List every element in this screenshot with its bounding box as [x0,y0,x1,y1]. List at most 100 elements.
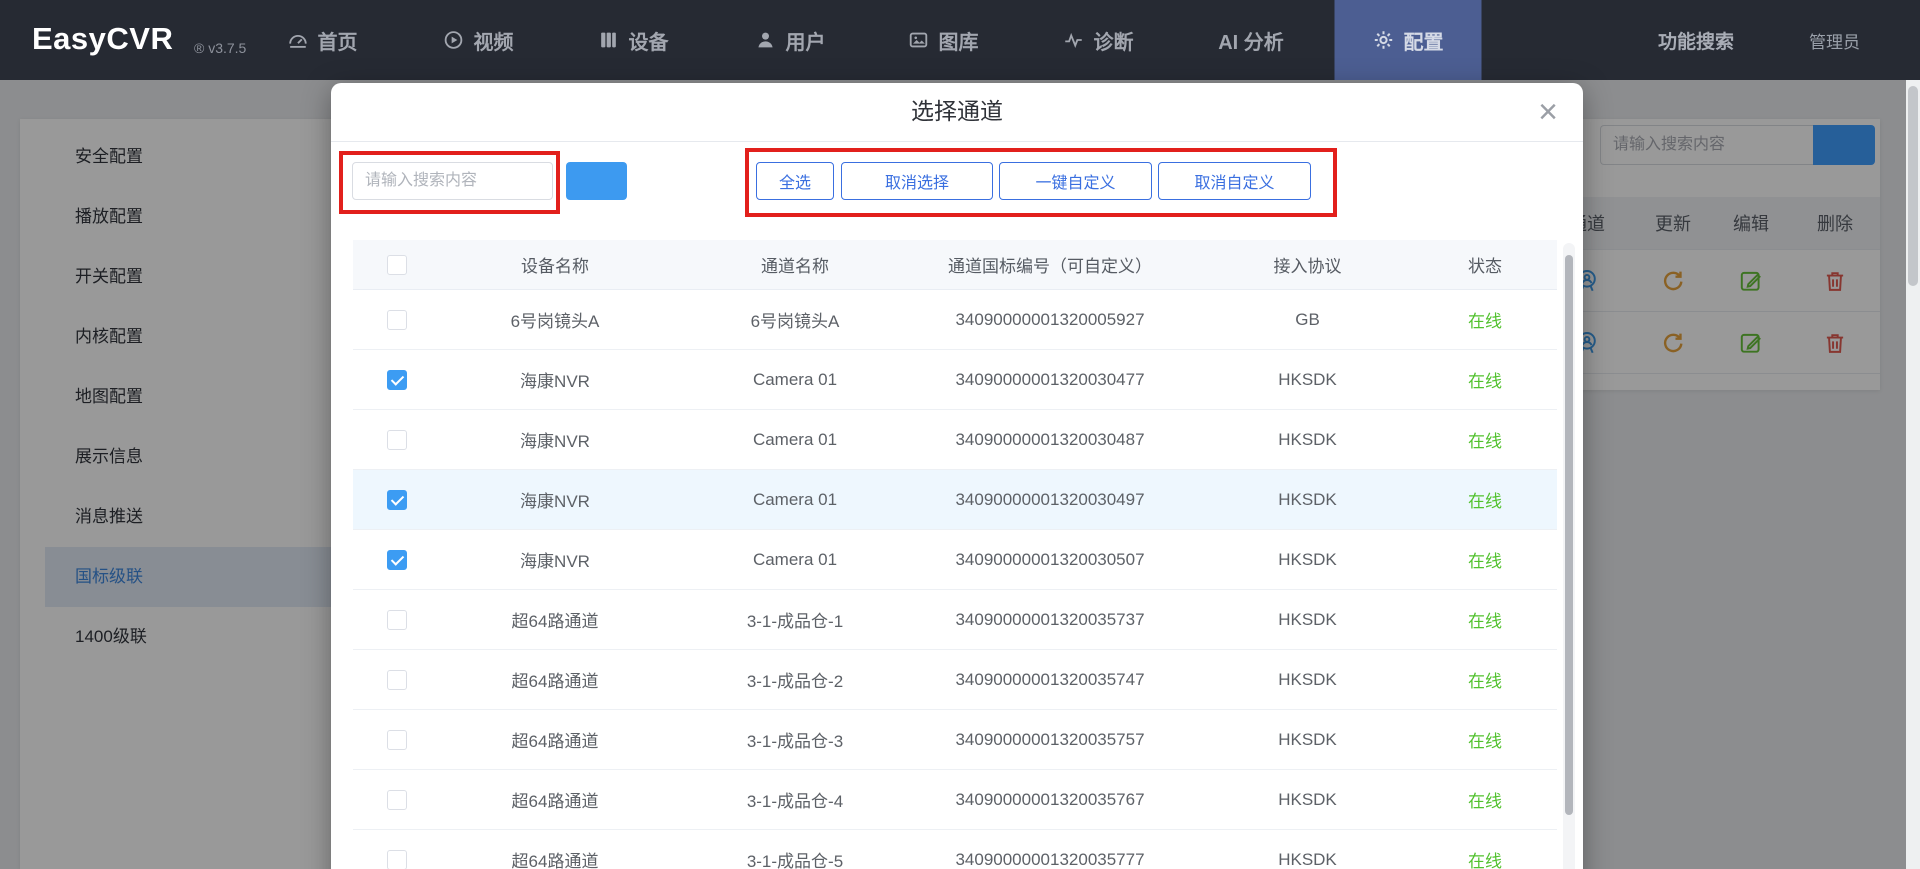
play-icon [443,29,465,51]
status-badge: 在线 [1435,427,1535,452]
col-header-channel-name: 通道名称 [670,252,920,277]
row-checkbox[interactable] [387,670,407,690]
channel-name-cell: 3-1-成品仓-4 [670,787,920,812]
app-version: ® v3.7.5 [194,40,246,56]
device-name-cell: 超64路通道 [440,607,670,632]
device-name-cell: 海康NVR [440,487,670,512]
row-checkbox[interactable] [387,430,407,450]
cancel-custom-button[interactable]: 取消自定义 [1158,162,1311,200]
row-checkbox[interactable] [387,790,407,810]
app-logo: EasyCVR [32,21,173,57]
nav-item-device[interactable]: 设备 [598,0,669,80]
table-row[interactable]: 超64路通道 3-1-成品仓-2 34090000001320035747 HK… [353,650,1557,710]
nav-item-label: 设备 [629,26,669,55]
channel-name-cell: Camera 01 [670,550,920,570]
channel-table-header: 设备名称通道名称通道国标编号（可自定义）接入协议状态 [353,240,1557,290]
header-checkbox-cell [353,255,440,275]
channel-gb-code-cell: 34090000001320030507 [920,550,1180,570]
row-checkbox[interactable] [387,610,407,630]
device-name-cell: 超64路通道 [440,667,670,692]
checkbox-cell [353,550,440,570]
protocol-cell: HKSDK [1180,430,1435,450]
channel-table: 设备名称通道名称通道国标编号（可自定义）接入协议状态 6号岗镜头A 6号岗镜头A… [353,240,1557,869]
channel-gb-code-cell: 34090000001320035737 [920,610,1180,630]
nav-item-home[interactable]: 首页 [287,0,358,80]
row-checkbox[interactable] [387,370,407,390]
one-key-custom-button[interactable]: 一键自定义 [999,162,1152,200]
nav-item-ai-analysis[interactable]: AI 分析 [1218,0,1284,80]
nav-item-diagnosis[interactable]: 诊断 [1063,0,1134,80]
row-checkbox[interactable] [387,850,407,869]
table-row[interactable]: 海康NVR Camera 01 34090000001320030487 HKS… [353,410,1557,470]
protocol-cell: HKSDK [1180,610,1435,630]
table-scrollbar[interactable] [1563,243,1575,869]
table-row[interactable]: 超64路通道 3-1-成品仓-4 34090000001320035767 HK… [353,770,1557,830]
protocol-cell: HKSDK [1180,370,1435,390]
checkbox-cell [353,430,440,450]
table-row[interactable]: 海康NVR Camera 01 34090000001320030497 HKS… [353,470,1557,530]
nav-item-config[interactable]: 配置 [1335,0,1482,80]
device-name-cell: 超64路通道 [440,727,670,752]
channel-gb-code-cell: 34090000001320035767 [920,790,1180,810]
channel-name-cell: Camera 01 [670,430,920,450]
status-badge: 在线 [1435,607,1535,632]
table-row[interactable]: 6号岗镜头A 6号岗镜头A 34090000001320005927 GB 在线 [353,290,1557,350]
table-row[interactable]: 超64路通道 3-1-成品仓-1 34090000001320035737 HK… [353,590,1557,650]
row-checkbox[interactable] [387,730,407,750]
channel-name-cell: 3-1-成品仓-3 [670,727,920,752]
device-name-cell: 海康NVR [440,547,670,572]
select-all-checkbox[interactable] [387,255,407,275]
user-icon [755,29,777,51]
table-row[interactable]: 海康NVR Camera 01 34090000001320030507 HKS… [353,530,1557,590]
nav-item-label: 视频 [474,26,514,55]
gallery-icon [908,29,930,51]
close-icon[interactable]: × [1527,91,1569,133]
status-badge: 在线 [1435,547,1535,572]
page-scrollbar-thumb[interactable] [1908,86,1918,286]
protocol-cell: HKSDK [1180,490,1435,510]
gear-icon [1373,29,1395,51]
table-scrollbar-thumb[interactable] [1565,255,1573,815]
select-all-button[interactable]: 全选 [756,162,834,200]
checkbox-cell [353,730,440,750]
checkbox-cell [353,310,440,330]
row-checkbox[interactable] [387,490,407,510]
page-scrollbar[interactable] [1906,80,1920,869]
function-search-button[interactable]: 功能搜索 [1650,0,1734,80]
dashboard-icon [287,29,309,51]
dialog-title: 选择通道 [331,96,1583,126]
nav-item-user[interactable]: 用户 [755,0,826,80]
device-name-cell: 超64路通道 [440,787,670,812]
device-name-cell: 海康NVR [440,427,670,452]
channel-name-cell: 3-1-成品仓-2 [670,667,920,692]
admin-menu[interactable]: 管理员 [1802,0,1867,80]
channel-name-cell: 3-1-成品仓-1 [670,607,920,632]
col-header-status: 状态 [1435,252,1535,277]
channel-search-button[interactable] [566,162,627,200]
status-badge: 在线 [1435,847,1535,869]
table-row[interactable]: 海康NVR Camera 01 34090000001320030477 HKS… [353,350,1557,410]
table-row[interactable]: 超64路通道 3-1-成品仓-3 34090000001320035757 HK… [353,710,1557,770]
channel-gb-code-cell: 34090000001320035777 [920,850,1180,869]
nav-item-label: 图库 [939,26,979,55]
table-row[interactable]: 超64路通道 3-1-成品仓-5 34090000001320035777 HK… [353,830,1557,869]
diagnosis-icon [1063,29,1085,51]
row-checkbox[interactable] [387,310,407,330]
channel-gb-code-cell: 34090000001320030487 [920,430,1180,450]
checkbox-cell [353,370,440,390]
checkbox-cell [353,490,440,510]
status-badge: 在线 [1435,307,1535,332]
channel-search-input[interactable] [352,162,553,200]
cancel-select-button[interactable]: 取消选择 [841,162,993,200]
nav-item-video[interactable]: 视频 [443,0,514,80]
protocol-cell: HKSDK [1180,790,1435,810]
select-channel-dialog: 选择通道 × 全选取消选择一键自定义取消自定义 设备名称通道名称通道国标编号（可… [331,83,1583,869]
admin-label: 管理员 [1809,28,1860,53]
nav-item-gallery[interactable]: 图库 [908,0,979,80]
status-badge: 在线 [1435,667,1535,692]
row-checkbox[interactable] [387,550,407,570]
function-search-label: 功能搜索 [1658,27,1734,54]
status-badge: 在线 [1435,367,1535,392]
checkbox-cell [353,670,440,690]
nav-item-label: 诊断 [1094,26,1134,55]
